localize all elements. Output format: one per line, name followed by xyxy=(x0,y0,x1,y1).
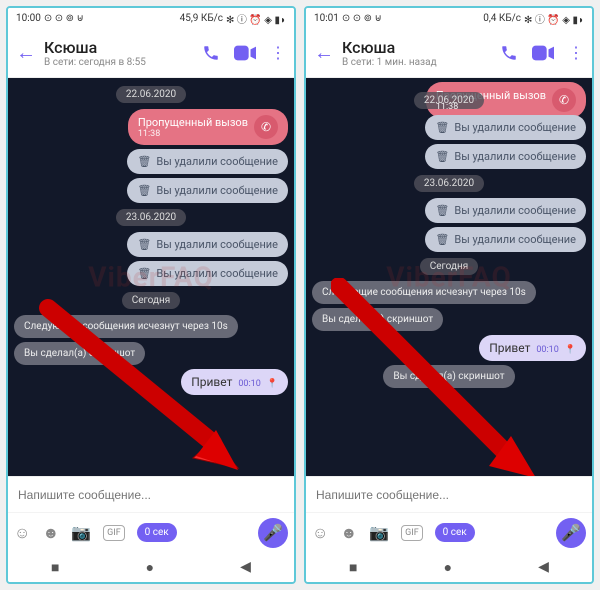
location-icon: 📍 xyxy=(267,379,278,389)
mic-button[interactable]: 🎤 xyxy=(556,518,586,548)
date-chip: 22.06.2020 xyxy=(116,86,186,103)
menu-icon[interactable]: ⋮ xyxy=(270,43,286,62)
chat-header: ← Ксюша В сети: сегодня в 8:55 ⋮ xyxy=(8,28,294,78)
missed-call-label: Пропущенный вызов xyxy=(138,116,248,129)
phone-screen-left: 10:00 ⊙ ⊙ ⊚ ⊎ 45,9 КБ/с ✻ ⓘ ⏰ ◈ ▮◗ ← Ксю… xyxy=(6,6,296,584)
deleted-message: 🗑Вы удалили сообщение xyxy=(127,149,288,174)
video-icon[interactable] xyxy=(532,45,554,61)
missed-call-bubble[interactable]: Пропущенный вызов 11:38 ✆ xyxy=(128,109,288,145)
chat-area[interactable]: ViberFAQ Пропущенный вызов 11:38 ✆ 22.06… xyxy=(306,78,592,476)
android-nav: ■ ● ◀ xyxy=(8,552,294,582)
screenshot-notice: Вы сделал(а) скриншот xyxy=(14,342,145,365)
camera-icon[interactable]: 📷 xyxy=(369,523,389,542)
message-input-bar xyxy=(306,476,592,512)
message-time: 00:10 xyxy=(536,345,558,355)
status-bar: 10:00 ⊙ ⊙ ⊚ ⊎ 45,9 КБ/с ✻ ⓘ ⏰ ◈ ▮◗ xyxy=(8,8,294,28)
sticker-icon[interactable]: ☺ xyxy=(312,523,328,543)
deleted-message: 🗑Вы удалили сообщение xyxy=(425,198,586,223)
chat-subtitle: В сети: сегодня в 8:55 xyxy=(44,57,194,68)
trash-icon: 🗑 xyxy=(137,155,151,168)
gif-icon[interactable]: GIF xyxy=(401,525,423,541)
message-input[interactable] xyxy=(316,488,582,502)
deleted-message: 🗑Вы удалили сообщение xyxy=(127,232,288,257)
nav-home[interactable]: ● xyxy=(146,559,154,576)
nav-home[interactable]: ● xyxy=(444,559,452,576)
nav-recent[interactable]: ■ xyxy=(51,559,59,576)
date-chip: Сегодня xyxy=(122,292,181,309)
status-extras: ✻ ⓘ ⏰ ◈ ▮◗ xyxy=(524,11,584,26)
android-nav: ■ ● ◀ xyxy=(306,552,592,582)
toolbar: ☺ ☻ 📷 GIF 0 сек 🎤 xyxy=(8,512,294,552)
mic-button[interactable]: 🎤 xyxy=(258,518,288,548)
deleted-message: 🗑Вы удалили сообщение xyxy=(127,178,288,203)
message-text: Привет xyxy=(191,375,232,389)
chat-title: Ксюша xyxy=(44,38,194,57)
camera-icon[interactable]: 📷 xyxy=(71,523,91,542)
gif-icon[interactable]: GIF xyxy=(103,525,125,541)
deleted-message: 🗑Вы удалили сообщение xyxy=(425,144,586,169)
trash-icon: 🗑 xyxy=(137,238,151,251)
call-icon[interactable] xyxy=(500,44,518,62)
status-notif-icons: ⊙ ⊙ ⊚ ⊎ xyxy=(342,13,382,24)
chat-subtitle: В сети: 1 мин. назад xyxy=(342,57,492,68)
deleted-message: 🗑Вы удалили сообщение xyxy=(425,227,586,252)
outgoing-message[interactable]: Привет 00:10 📍 xyxy=(479,335,586,361)
status-bar: 10:01 ⊙ ⊙ ⊚ ⊎ 0,4 КБ/с ✻ ⓘ ⏰ ◈ ▮◗ xyxy=(306,8,592,28)
date-chip: 23.06.2020 xyxy=(414,175,484,192)
screenshot-notice: Вы сделал(а) скриншот xyxy=(383,365,514,388)
message-input[interactable] xyxy=(18,488,284,502)
timer-chip[interactable]: 0 сек xyxy=(137,523,177,542)
status-extras: ✻ ⓘ ⏰ ◈ ▮◗ xyxy=(226,11,286,26)
timer-chip[interactable]: 0 сек xyxy=(435,523,475,542)
outgoing-message[interactable]: Привет 00:10 📍 xyxy=(181,369,288,395)
chat-header: ← Ксюша В сети: 1 мин. назад ⋮ xyxy=(306,28,592,78)
back-icon[interactable]: ← xyxy=(16,40,36,65)
missed-call-time: 11:38 xyxy=(138,129,248,139)
disappear-notice: Следующие сообщения исчезнут через 10s xyxy=(14,315,238,338)
emoji-icon[interactable]: ☻ xyxy=(340,523,357,543)
screenshot-notice: Вы сделал(а) скриншот xyxy=(312,308,443,331)
nav-back[interactable]: ◀ xyxy=(538,559,549,575)
status-notif-icons: ⊙ ⊙ ⊚ ⊎ xyxy=(44,13,84,24)
toolbar: ☺ ☻ 📷 GIF 0 сек 🎤 xyxy=(306,512,592,552)
phone-icon: ✆ xyxy=(254,115,278,139)
status-time: 10:00 xyxy=(16,13,41,24)
message-input-bar xyxy=(8,476,294,512)
location-icon: 📍 xyxy=(565,345,576,355)
emoji-icon[interactable]: ☻ xyxy=(42,523,59,543)
trash-icon: 🗑 xyxy=(137,267,151,280)
trash-icon: 🗑 xyxy=(435,121,449,134)
deleted-message: 🗑Вы удалили сообщение xyxy=(127,261,288,286)
menu-icon[interactable]: ⋮ xyxy=(568,43,584,62)
trash-icon: 🗑 xyxy=(435,150,449,163)
missed-call-time: 11:38 xyxy=(436,102,546,112)
chat-title: Ксюша xyxy=(342,38,492,57)
date-chip: Сегодня xyxy=(420,258,479,275)
call-icon[interactable] xyxy=(202,44,220,62)
date-chip: 23.06.2020 xyxy=(116,209,186,226)
nav-back[interactable]: ◀ xyxy=(240,559,251,575)
trash-icon: 🗑 xyxy=(435,204,449,217)
nav-recent[interactable]: ■ xyxy=(349,559,357,576)
disappear-notice: Следующие сообщения исчезнут через 10s xyxy=(312,281,536,304)
trash-icon: 🗑 xyxy=(137,184,151,197)
sticker-icon[interactable]: ☺ xyxy=(14,523,30,543)
phone-icon: ✆ xyxy=(552,88,576,112)
message-time: 00:10 xyxy=(238,379,260,389)
back-icon[interactable]: ← xyxy=(314,40,334,65)
deleted-message: 🗑Вы удалили сообщение xyxy=(425,115,586,140)
status-time: 10:01 xyxy=(314,13,339,24)
video-icon[interactable] xyxy=(234,45,256,61)
chat-area[interactable]: ViberFAQ 22.06.2020 Пропущенный вызов 11… xyxy=(8,78,294,476)
phone-screen-right: 10:01 ⊙ ⊙ ⊚ ⊎ 0,4 КБ/с ✻ ⓘ ⏰ ◈ ▮◗ ← Ксюш… xyxy=(304,6,594,584)
status-data: 0,4 КБ/с xyxy=(483,13,521,24)
status-data: 45,9 КБ/с xyxy=(180,13,223,24)
message-text: Привет xyxy=(489,341,530,355)
trash-icon: 🗑 xyxy=(435,233,449,246)
